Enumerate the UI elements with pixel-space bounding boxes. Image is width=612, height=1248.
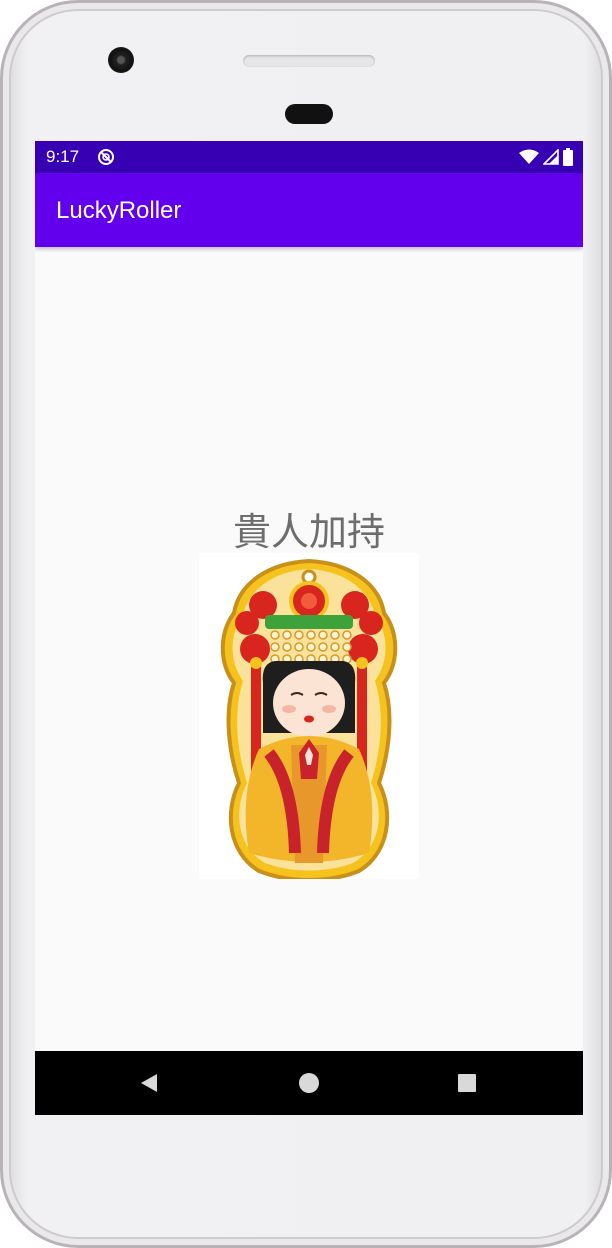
recents-icon[interactable] [455,1071,479,1095]
main-content: 貴人加持 [35,247,583,1051]
cell-signal-icon [543,149,559,165]
blessing-text: 貴人加持 [232,510,385,554]
goddess-charm-image [199,553,419,879]
front-camera [108,47,134,73]
battery-icon [563,148,573,166]
status-bar: 9:17 [35,141,583,173]
back-icon[interactable] [137,1071,161,1095]
screen: 9:17 LuckyRoller 貴人加持 [35,141,583,1115]
proximity-sensor [285,104,333,124]
phone-frame: 9:17 LuckyRoller 貴人加持 [0,0,612,1248]
status-icons [519,148,573,166]
app-bar: LuckyRoller [35,173,583,247]
navigation-bar [35,1051,583,1115]
wifi-icon [519,149,539,164]
home-icon[interactable] [297,1071,321,1095]
do-not-disturb-icon [98,149,114,165]
app-title: LuckyRoller [56,197,182,224]
status-time: 9:17 [46,147,80,166]
earpiece-speaker [243,55,375,67]
